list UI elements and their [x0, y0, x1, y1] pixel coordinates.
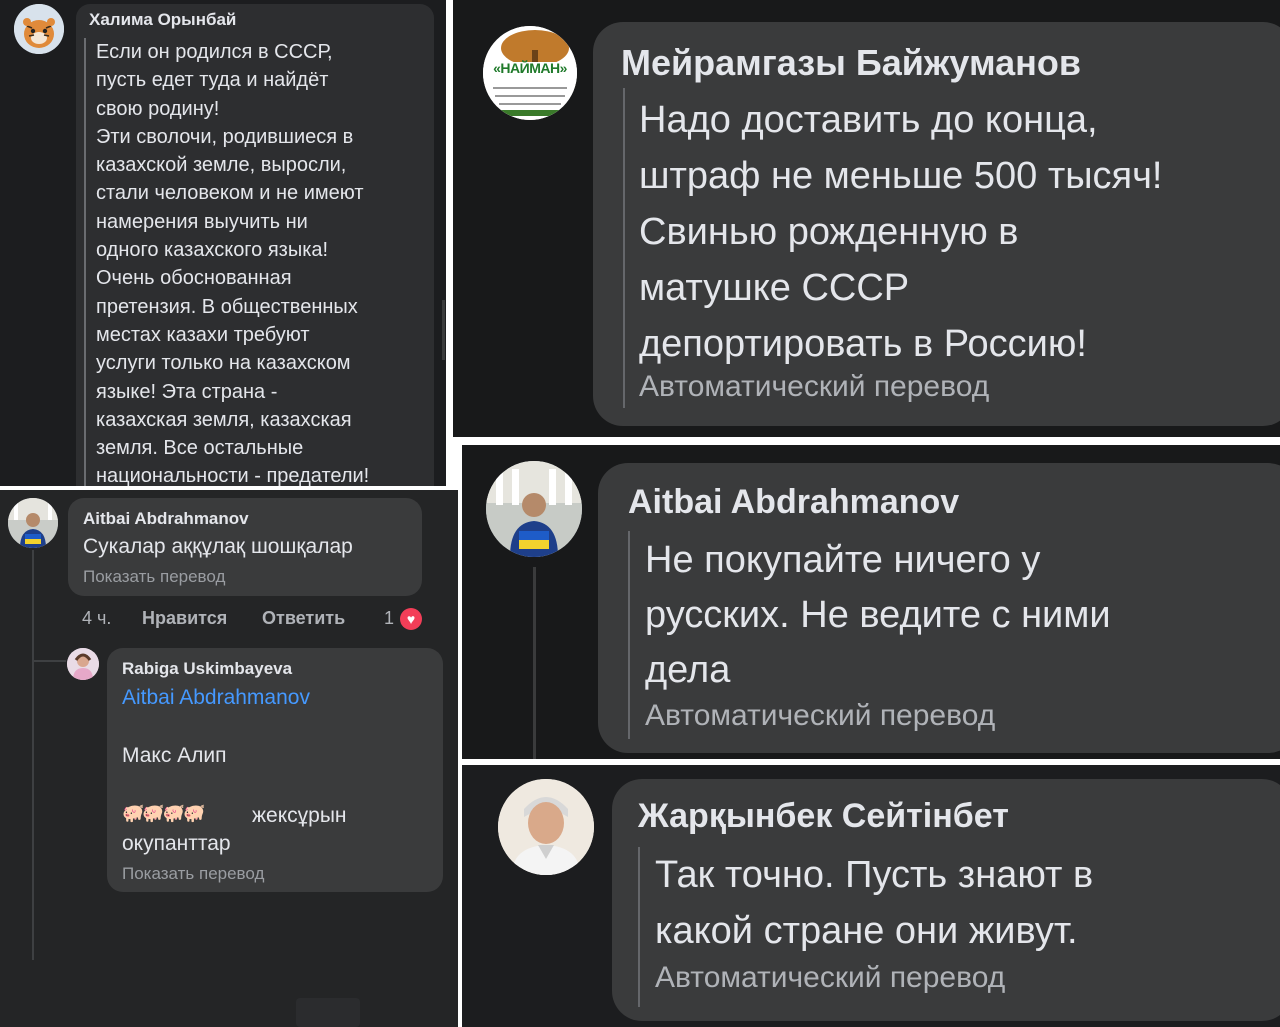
footer-element — [296, 998, 360, 1027]
person-avatar-icon — [486, 461, 582, 557]
auto-translation-label[interactable]: Автоматический перевод — [639, 370, 989, 404]
comment-panel-zharkynbek: Жарқынбек Сейтінбет Так точно. Пусть зна… — [462, 765, 1280, 1027]
comment-thread-panel: Aitbai Abdrahmanov Сукалар аққұлақ шошқа… — [0, 490, 458, 1027]
scrollbar[interactable] — [442, 300, 445, 360]
reply-text-line1: Макс Алип — [122, 744, 227, 767]
comment-author[interactable]: Халима Орынбай — [89, 10, 236, 30]
heart-reaction-icon[interactable]: ♥ — [400, 608, 422, 630]
show-translation-link[interactable]: Показать перевод — [83, 567, 225, 587]
avatar[interactable] — [498, 779, 594, 875]
reply-text-line2b: окупанттар — [122, 832, 231, 855]
auto-translation-label[interactable]: Автоматический перевод — [655, 961, 1005, 995]
comment-text: Так точно. Пусть знают в какой стране он… — [655, 854, 1094, 952]
person-avatar-icon — [8, 498, 58, 548]
tiger-avatar-icon — [14, 4, 64, 54]
avatar[interactable] — [67, 648, 99, 680]
logo-text: «НАЙМАН» — [493, 60, 567, 76]
thread-line — [32, 550, 34, 960]
avatar[interactable] — [14, 4, 64, 54]
comment-author[interactable]: Aitbai Abdrahmanov — [628, 483, 959, 522]
quote-bar — [84, 38, 86, 486]
person-avatar-icon — [67, 648, 99, 680]
comment-text: Сукалар аққұлақ шошқалар — [83, 535, 353, 558]
quote-bar — [623, 88, 625, 408]
reply-author[interactable]: Rabiga Uskimbayeva — [122, 659, 292, 679]
comment-panel-meiramgazy: «НАЙМАН» Мейрамгазы Байжуманов Надо дост… — [453, 0, 1280, 437]
comment-text: Не покупайте ничего у русских. Не ведите… — [645, 539, 1111, 691]
comment-panel-halima: Халима Орынбай Если он родился в СССР, п… — [0, 0, 446, 486]
comment-actions: 4 ч. Нравится Ответить 1 ♥ — [82, 608, 442, 632]
avatar[interactable]: «НАЙМАН» — [483, 26, 577, 120]
pig-emoji: 🐖🐖🐖🐖 — [122, 803, 206, 823]
comment-text: Надо доставить до конца, штраф не меньше… — [639, 99, 1163, 365]
show-translation-link[interactable]: Показать перевод — [122, 864, 264, 884]
reaction-count: 1 — [384, 608, 395, 628]
thread-line — [533, 567, 536, 759]
comment-panel-aitbai-translated: Aitbai Abdrahmanov Не покупайте ничего у… — [462, 445, 1280, 759]
like-button[interactable]: Нравится — [142, 608, 227, 629]
person-avatar-icon — [498, 779, 594, 875]
auto-translation-label[interactable]: Автоматический перевод — [645, 699, 995, 733]
quote-bar — [638, 847, 640, 1007]
avatar[interactable] — [8, 498, 58, 548]
thread-line — [32, 660, 66, 662]
reply-text-line2a: жексұрын — [252, 804, 347, 827]
reply-button[interactable]: Ответить — [262, 608, 345, 629]
comment-author[interactable]: Жарқынбек Сейтінбет — [638, 797, 1009, 836]
comment-author[interactable]: Мейрамгазы Байжуманов — [621, 42, 1081, 84]
timestamp: 4 ч. — [82, 608, 112, 628]
mention-link[interactable]: Aitbai Abdrahmanov — [122, 686, 310, 710]
avatar[interactable] — [486, 461, 582, 557]
comment-text: Если он родился в СССР, пусть едет туда … — [96, 41, 370, 486]
quote-bar — [628, 531, 630, 739]
comment-author[interactable]: Aitbai Abdrahmanov — [83, 509, 249, 529]
